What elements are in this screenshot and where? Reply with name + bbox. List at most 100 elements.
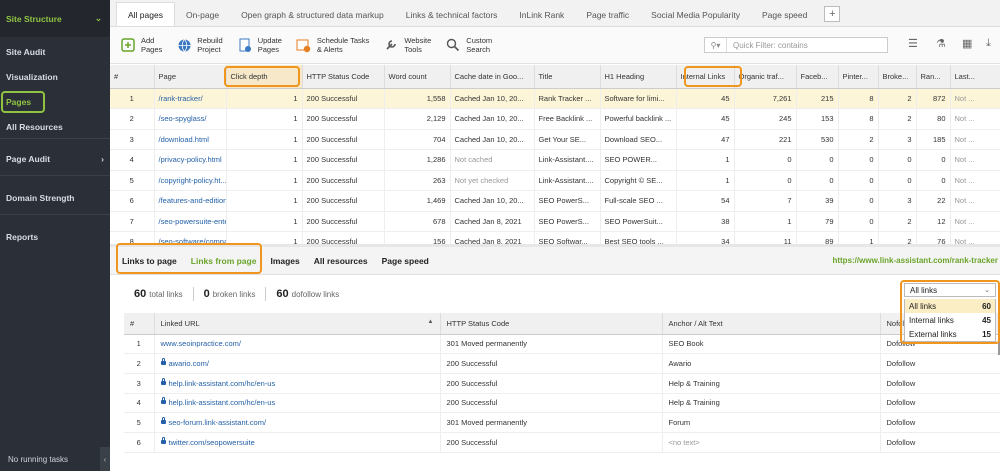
tab-links-technical[interactable]: Links & technical factors — [395, 4, 509, 26]
dropdown-selected[interactable]: All links ⌄ — [904, 283, 996, 297]
column-header[interactable]: H1 Heading — [600, 65, 677, 89]
column-header[interactable]: HTTP Status Code — [440, 313, 663, 335]
subtab-all-resources[interactable]: All resources — [314, 256, 368, 266]
column-header[interactable]: Word count — [384, 65, 451, 89]
table-cell: Get Your SE... — [534, 129, 601, 150]
tab-page-traffic[interactable]: Page traffic — [575, 4, 640, 26]
column-header[interactable]: Faceb... — [796, 65, 839, 89]
table-row[interactable]: 1/rank-tracker/1 200 Successful 1,558 Cache… — [110, 88, 1000, 109]
table-row[interactable]: 2 awario.com/200 Successful Awario Dofollow — [124, 353, 1000, 374]
table-cell: Not ... — [950, 88, 1000, 109]
subtab-links-from-page[interactable]: Links from page — [191, 256, 257, 266]
rebuild-project-button[interactable]: Rebuild Project — [176, 36, 223, 54]
sidebar-item-site-audit[interactable]: Site Audit — [6, 47, 104, 57]
page-url-cell[interactable]: /features-and-editions — [154, 190, 227, 212]
column-header[interactable]: # — [110, 65, 155, 89]
tab-open-graph[interactable]: Open graph & structured data markup — [230, 4, 395, 26]
tab-social-media[interactable]: Social Media Popularity — [640, 4, 751, 26]
column-header-linked-url[interactable]: Linked URL ▲ — [154, 313, 441, 335]
linked-url-cell[interactable]: seo-forum.link-assistant.com/ — [154, 412, 441, 433]
column-header[interactable]: Anchor / Alt Text — [662, 313, 881, 335]
linked-url-cell[interactable]: awario.com/ — [154, 353, 441, 374]
table-row[interactable]: 3/download.html 1 200 Successful 704 Cached … — [110, 129, 1000, 150]
sidebar-header-site-structure[interactable]: Site Structure ⌄ — [0, 0, 110, 37]
page-url-cell[interactable]: /rank-tracker/ — [154, 88, 227, 109]
page-url-cell[interactable]: /copyright-policy.ht... — [154, 170, 227, 191]
detail-tab-bar: Links to page Links from page Images All… — [110, 243, 1000, 275]
table-cell: 1 — [226, 149, 303, 171]
tab-inlink-rank[interactable]: InLink Rank — [508, 4, 575, 26]
links-table: # Linked URL ▲ HTTP Status Code Anchor / … — [124, 313, 1000, 453]
website-tools-button[interactable]: Website Tools — [383, 36, 431, 54]
dropdown-option[interactable]: Internal links 45 — [905, 313, 995, 327]
table-row[interactable]: 1 www.seoinpractice.com/301 Moved permane… — [124, 334, 1000, 355]
column-header[interactable]: Ran... — [916, 65, 951, 89]
table-row[interactable]: 5 seo-forum.link-assistant.com/301 Moved … — [124, 412, 1000, 433]
linked-url-cell[interactable]: www.seoinpractice.com/ — [154, 334, 441, 355]
column-header[interactable]: # — [124, 313, 155, 335]
table-cell: 38 — [676, 211, 735, 232]
linked-url-cell[interactable]: help.link-assistant.com/hc/en-us — [154, 373, 441, 394]
column-header[interactable]: Page — [154, 65, 227, 89]
table-row[interactable]: 7/seo-powersuite-ente 1 200 Successful 678 C… — [110, 211, 1000, 232]
filter-icon[interactable]: ⚗ — [936, 37, 946, 50]
export-icon[interactable]: ⤓ — [986, 37, 991, 50]
schedule-tasks-button[interactable]: Schedule Tasks & Alerts — [296, 36, 369, 54]
tab-page-speed[interactable]: Page speed — [751, 4, 818, 26]
column-header[interactable]: HTTP Status Code — [302, 65, 385, 89]
current-page-url[interactable]: https://www.link-assistant.com/rank-trac… — [832, 256, 998, 265]
table-row[interactable]: 5/copyright-policy.ht... 1 200 Successful 2… — [110, 170, 1000, 191]
column-header-click-depth[interactable]: Click depth — [226, 65, 303, 89]
column-header[interactable]: Last... — [950, 65, 1000, 89]
custom-search-button[interactable]: Custom Search — [445, 36, 492, 54]
subtab-page-speed[interactable]: Page speed — [382, 256, 429, 266]
linked-url-cell[interactable]: help.link-assistant.com/hc/en-us — [154, 393, 441, 414]
dropdown-option[interactable]: External links 15 — [905, 327, 995, 341]
page-url-cell[interactable]: /download.html — [154, 129, 227, 150]
table-row[interactable]: 2/seo-spyglass/1 200 Successful 2,129 Cache… — [110, 108, 1000, 130]
sidebar-item-domain-strength[interactable]: Domain Strength — [6, 193, 104, 203]
page-url-cell[interactable]: /seo-powersuite-ente — [154, 211, 227, 232]
page-url-cell[interactable]: /seo-spyglass/ — [154, 108, 227, 130]
add-pages-button[interactable]: Add Pages — [120, 36, 162, 54]
update-pages-button[interactable]: Update Pages — [237, 36, 282, 54]
sidebar-item-page-audit[interactable]: Page Audit › — [6, 154, 104, 164]
grid-view-icon[interactable]: ▦ — [962, 37, 972, 50]
sidebar-item-reports[interactable]: Reports — [6, 232, 104, 242]
table-row[interactable]: 6 twitter.com/seopowersuite 200 Successful… — [124, 432, 1000, 453]
tab-on-page[interactable]: On-page — [175, 4, 230, 26]
add-tab-button[interactable]: + — [824, 6, 841, 22]
column-header[interactable]: Pinter... — [838, 65, 879, 89]
table-cell: Not yet checked — [450, 170, 535, 191]
table-cell: 1,286 — [384, 149, 451, 171]
table-row[interactable]: 4/privacy-policy.html 1 200 Successful 1,28… — [110, 149, 1000, 171]
page-url-cell[interactable]: /privacy-policy.html — [154, 149, 227, 171]
table-cell: 79 — [796, 211, 839, 232]
quick-filter-input[interactable]: ⚲▾ Quick Filter: contains — [704, 37, 888, 53]
table-row[interactable]: 6/features-and-editions 1 200 Successful 1,… — [110, 190, 1000, 212]
link-type-dropdown[interactable]: All links ⌄ All links 60 Internal links 45 E… — [900, 280, 1000, 345]
linked-url-cell[interactable]: twitter.com/seopowersuite — [154, 432, 441, 453]
table-cell: Copyright © SE... — [600, 170, 677, 191]
column-header[interactable]: Organic traf... — [734, 65, 797, 89]
sidebar-item-all-resources[interactable]: All Resources — [6, 122, 104, 132]
table-row[interactable]: 3 help.link-assistant.com/hc/en-us 200 Suc… — [124, 373, 1000, 394]
sidebar-item-visualization[interactable]: Visualization — [6, 72, 104, 82]
subtab-links-to-page[interactable]: Links to page — [122, 256, 177, 266]
column-header[interactable]: Broke... — [878, 65, 917, 89]
column-header[interactable]: Title — [534, 65, 601, 89]
table-cell: 530 — [796, 129, 839, 150]
table-cell: 185 — [916, 129, 951, 150]
table-cell: 200 Successful — [440, 353, 663, 374]
collapse-sidebar-button[interactable]: ‹ — [100, 447, 110, 471]
dropdown-option[interactable]: All links 60 — [905, 299, 995, 313]
column-header[interactable]: Cache date in Goo... — [450, 65, 535, 89]
total-links-count: 60 — [134, 288, 147, 300]
tab-all-pages[interactable]: All pages — [116, 2, 175, 26]
table-cell: Full-scale SEO ... — [600, 190, 677, 212]
subtab-images[interactable]: Images — [270, 256, 299, 266]
table-cell: 1 — [110, 88, 155, 109]
column-header-internal-links[interactable]: Internal Links — [676, 65, 735, 89]
list-settings-icon[interactable]: ☰ — [908, 37, 918, 50]
table-row[interactable]: 4 help.link-assistant.com/hc/en-us 200 Suc… — [124, 393, 1000, 414]
